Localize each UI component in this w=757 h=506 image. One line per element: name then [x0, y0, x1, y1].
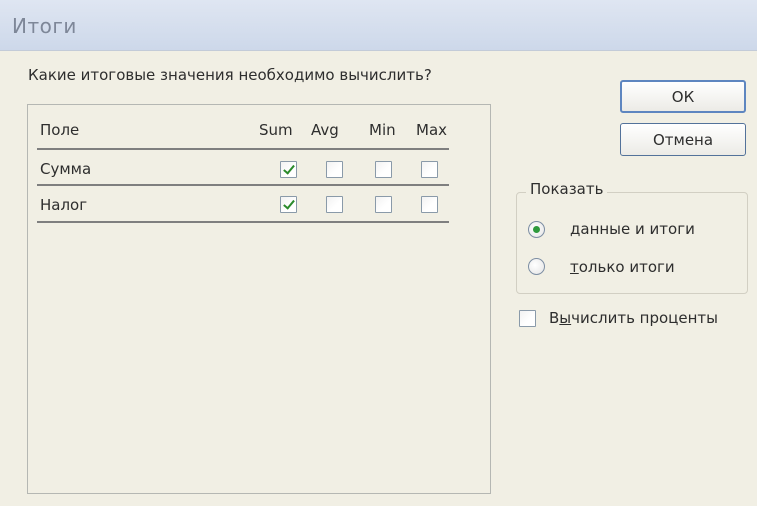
- row-label-nalog: Налог: [40, 196, 88, 214]
- cancel-button[interactable]: Отмена: [620, 123, 746, 156]
- row-separator: [37, 184, 449, 186]
- row-label-summa: Сумма: [40, 160, 92, 178]
- row-nalog-sum-checkbox[interactable]: [280, 196, 297, 213]
- data-and-totals-accesskey: д: [570, 220, 581, 238]
- calculate-percent-checkbox[interactable]: [519, 310, 536, 327]
- column-header-min: Min: [369, 121, 396, 139]
- row-summa-max-checkbox[interactable]: [421, 161, 438, 178]
- row-nalog-avg-checkbox[interactable]: [326, 196, 343, 213]
- row-nalog-min-checkbox[interactable]: [375, 196, 392, 213]
- row-separator: [37, 221, 449, 223]
- column-header-avg: Avg: [311, 121, 339, 139]
- column-header-max: Max: [416, 121, 448, 139]
- title-bar: Итоги: [0, 0, 757, 51]
- prompt-text: Какие итоговые значения необходимо вычис…: [28, 66, 432, 84]
- row-nalog-max-checkbox[interactable]: [421, 196, 438, 213]
- totals-only-label-rest: олько итоги: [578, 258, 675, 276]
- window-title: Итоги: [12, 14, 77, 38]
- column-header-sum: Sum: [259, 121, 293, 139]
- show-group-legend: Показать: [526, 180, 608, 198]
- column-header-field: Поле: [40, 121, 80, 139]
- totals-only-label[interactable]: только итоги: [570, 258, 675, 276]
- data-and-totals-radio[interactable]: [528, 221, 545, 238]
- ok-button[interactable]: ОК: [620, 80, 746, 113]
- calculate-percent-label[interactable]: Вычислить проценты: [549, 309, 718, 327]
- totals-only-radio[interactable]: [528, 258, 545, 275]
- row-summa-avg-checkbox[interactable]: [326, 161, 343, 178]
- totals-only-accesskey: т: [570, 258, 579, 276]
- calculate-percent-label-rest: числить проценты: [571, 309, 719, 327]
- data-and-totals-label[interactable]: данные и итоги: [570, 220, 695, 238]
- row-summa-min-checkbox[interactable]: [375, 161, 392, 178]
- row-summa-sum-checkbox[interactable]: [280, 161, 297, 178]
- calculate-percent-accesskey: ы: [559, 309, 572, 327]
- header-separator: [37, 148, 449, 150]
- data-and-totals-label-rest: анные и итоги: [580, 220, 695, 238]
- show-groupbox: [516, 192, 748, 294]
- calculate-percent-label-pre: В: [549, 309, 560, 327]
